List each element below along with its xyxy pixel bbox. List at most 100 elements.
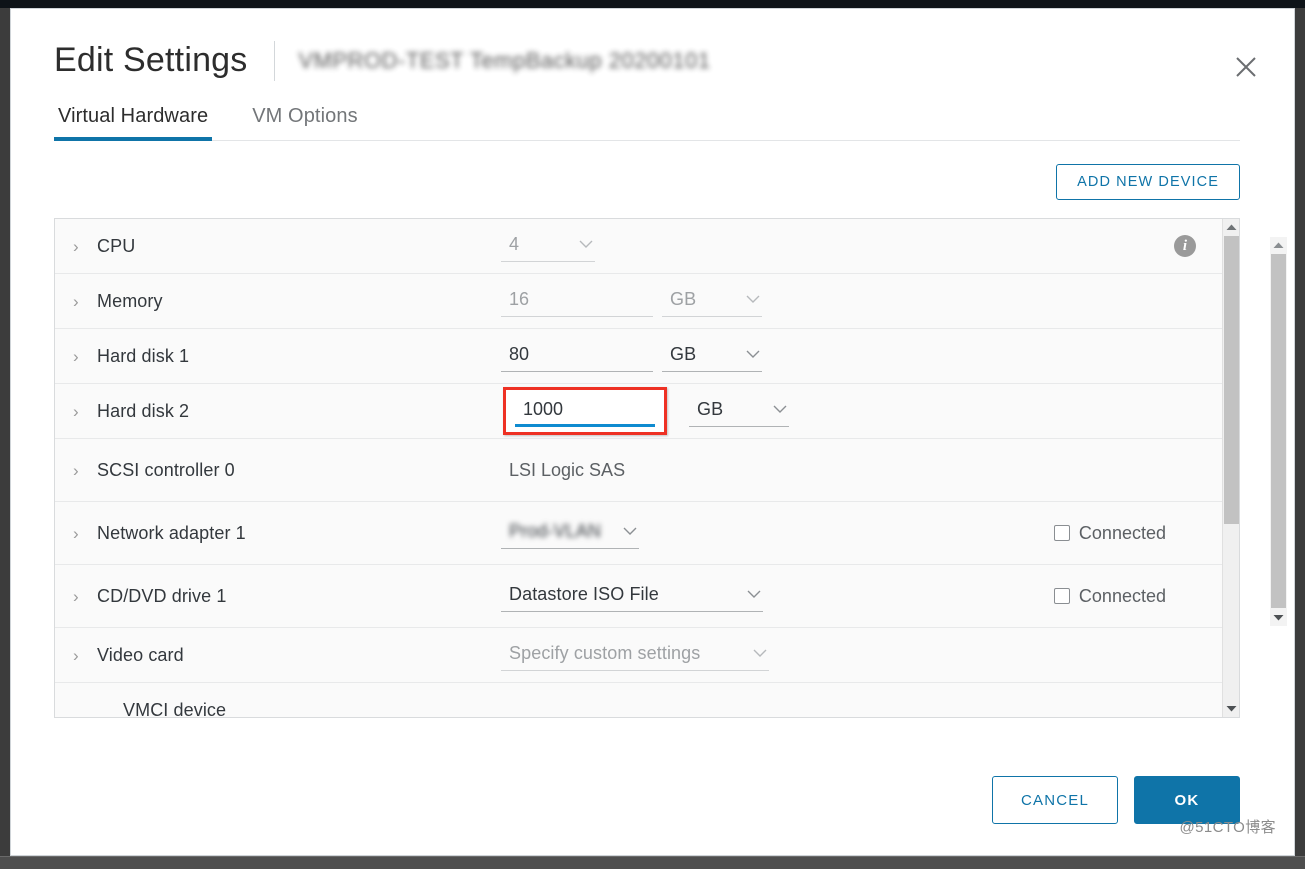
scroll-down-icon[interactable] [1270,609,1287,626]
chevron-down-icon [746,295,760,304]
hard-disk-2-unit-select[interactable]: GB [689,396,789,427]
device-value: 4 [501,231,595,262]
scroll-down-icon[interactable] [1223,700,1240,717]
network-adapter-1-connected-cell: Connected [1053,522,1222,544]
memory-size-input[interactable] [501,285,653,317]
table-row[interactable]: › Hard disk 1 GB [55,329,1222,384]
device-value: LSI Logic SAS [501,460,625,481]
network-adapter-1-network-value: Prod-VLAN [509,520,601,541]
device-label: SCSI controller 0 [97,459,235,480]
hard-disk-2-size-input[interactable] [515,398,655,427]
title-divider [273,41,275,81]
device-value: GB [501,340,762,372]
device-label: CPU [97,235,136,256]
dialog-scrollbar[interactable] [1270,237,1287,626]
tab-virtual-hardware[interactable]: Virtual Hardware [54,105,213,141]
hard-disk-1-size-input[interactable] [501,340,653,372]
table-row[interactable]: › CPU 4 i [55,219,1222,274]
scsi-controller-type: LSI Logic SAS [509,459,626,480]
tab-bar: Virtual Hardware VM Options [11,105,1294,141]
device-label: CD/DVD drive 1 [97,585,227,606]
hard-disk-2-field-wrapper [512,395,658,428]
toolbar: ADD NEW DEVICE [54,141,1240,218]
vm-name-label: VMPROD-TEST TempBackup 20200101 [298,48,711,73]
dialog-footer: CANCEL OK [11,745,1294,855]
edit-settings-dialog: Edit Settings VMPROD-TEST TempBackup 202… [10,8,1295,856]
memory-unit-select[interactable]: GB [662,286,762,317]
table-row[interactable]: VMCI device [55,683,1222,717]
tab-vm-options[interactable]: VM Options [248,105,361,141]
cd-dvd-drive-1-connected-cell: Connected [1053,585,1222,607]
add-new-device-button[interactable]: ADD NEW DEVICE [1056,164,1240,200]
network-adapter-1-connected-checkbox[interactable] [1053,525,1070,541]
device-label: Hard disk 2 [97,400,190,421]
chevron-right-icon[interactable]: › [71,647,97,664]
video-card-settings-select[interactable]: Specify custom settings [501,640,769,671]
cpu-count-value: 4 [509,233,520,254]
table-row[interactable]: › CD/DVD drive 1 Datastore ISO File Conn… [55,565,1222,628]
device-label: VMCI device [123,700,227,717]
device-label: Video card [97,644,184,665]
device-value: Datastore ISO File [501,581,763,612]
cd-dvd-drive-1-connected-label: Connected [1078,585,1166,606]
table-row[interactable]: › Network adapter 1 Prod-VLAN Connected [55,502,1222,565]
device-list: › CPU 4 i › Memory 16 GB › Hard disk 1 8… [55,219,1222,717]
table-row[interactable]: › SCSI controller 0 LSI Logic SAS [55,439,1222,502]
cd-dvd-drive-1-media-value: Datastore ISO File [509,583,659,604]
chevron-down-icon [746,350,760,359]
chevron-down-icon [753,649,767,658]
desktop-taskbar [0,856,1305,869]
hard-disk-1-unit-select[interactable]: GB [662,341,762,372]
device-list-scrollbar[interactable] [1222,219,1239,717]
table-row[interactable]: › Memory GB [55,274,1222,329]
dialog-body: ADD NEW DEVICE › CPU 4 i › Memory 16 GB … [11,141,1294,745]
cd-dvd-drive-1-connected-checkbox[interactable] [1053,588,1070,604]
device-label: Memory [97,290,163,311]
tab-virtual-hardware-label: Virtual Hardware [58,105,209,127]
memory-unit-value: GB [670,288,697,309]
device-list-scroll-thumb[interactable] [1223,236,1239,524]
dialog-scroll-track[interactable] [1270,254,1287,609]
dialog-header: Edit Settings VMPROD-TEST TempBackup 202… [11,9,1294,83]
device-value: GB [501,387,789,435]
page-title: Edit Settings [54,41,248,79]
table-row[interactable]: › Hard disk 2 GB [55,384,1222,439]
device-label: Hard disk 1 [97,345,190,366]
cpu-count-select[interactable]: 4 [501,231,595,262]
hard-disk-1-unit-value: GB [670,343,697,364]
chevron-down-icon [623,527,637,536]
scroll-up-icon[interactable] [1223,219,1240,236]
device-label: Network adapter 1 [97,522,246,543]
chevron-down-icon [773,405,787,414]
table-row[interactable]: › Video card Specify custom settings [55,628,1222,683]
chevron-right-icon[interactable]: › [71,403,97,420]
info-icon[interactable]: i [1174,235,1196,257]
desktop-right-edge [1295,8,1305,856]
network-adapter-1-connected-label: Connected [1078,522,1166,543]
cd-dvd-drive-1-media-select[interactable]: Datastore ISO File [501,581,763,612]
cancel-button[interactable]: CANCEL [992,776,1118,824]
hard-disk-2-unit-value: GB [697,398,724,419]
chevron-down-icon [579,240,593,249]
desktop-top-bar [0,0,1305,8]
tab-vm-options-label: VM Options [252,105,358,127]
scroll-up-icon[interactable] [1270,237,1287,254]
video-card-settings-value: Specify custom settings [509,642,701,663]
close-icon[interactable] [1226,47,1266,87]
chevron-right-icon[interactable]: › [71,348,97,365]
chevron-right-icon[interactable]: › [71,588,97,605]
chevron-right-icon[interactable]: › [71,525,97,542]
device-value: Specify custom settings [501,640,769,671]
device-value: GB [501,285,762,317]
highlight-annotation-box [503,387,667,435]
chevron-right-icon[interactable]: › [71,238,97,255]
device-list-scroll-track[interactable] [1223,236,1240,700]
chevron-right-icon[interactable]: › [71,462,97,479]
chevron-right-icon[interactable]: › [71,293,97,310]
dialog-scroll-thumb[interactable] [1271,254,1286,608]
desktop-left-edge [0,8,10,856]
device-value: Prod-VLAN [501,518,639,549]
device-list-container: › CPU 4 i › Memory 16 GB › Hard disk 1 8… [54,218,1240,718]
chevron-down-icon [747,590,761,599]
network-adapter-1-network-select[interactable]: Prod-VLAN [501,518,639,549]
